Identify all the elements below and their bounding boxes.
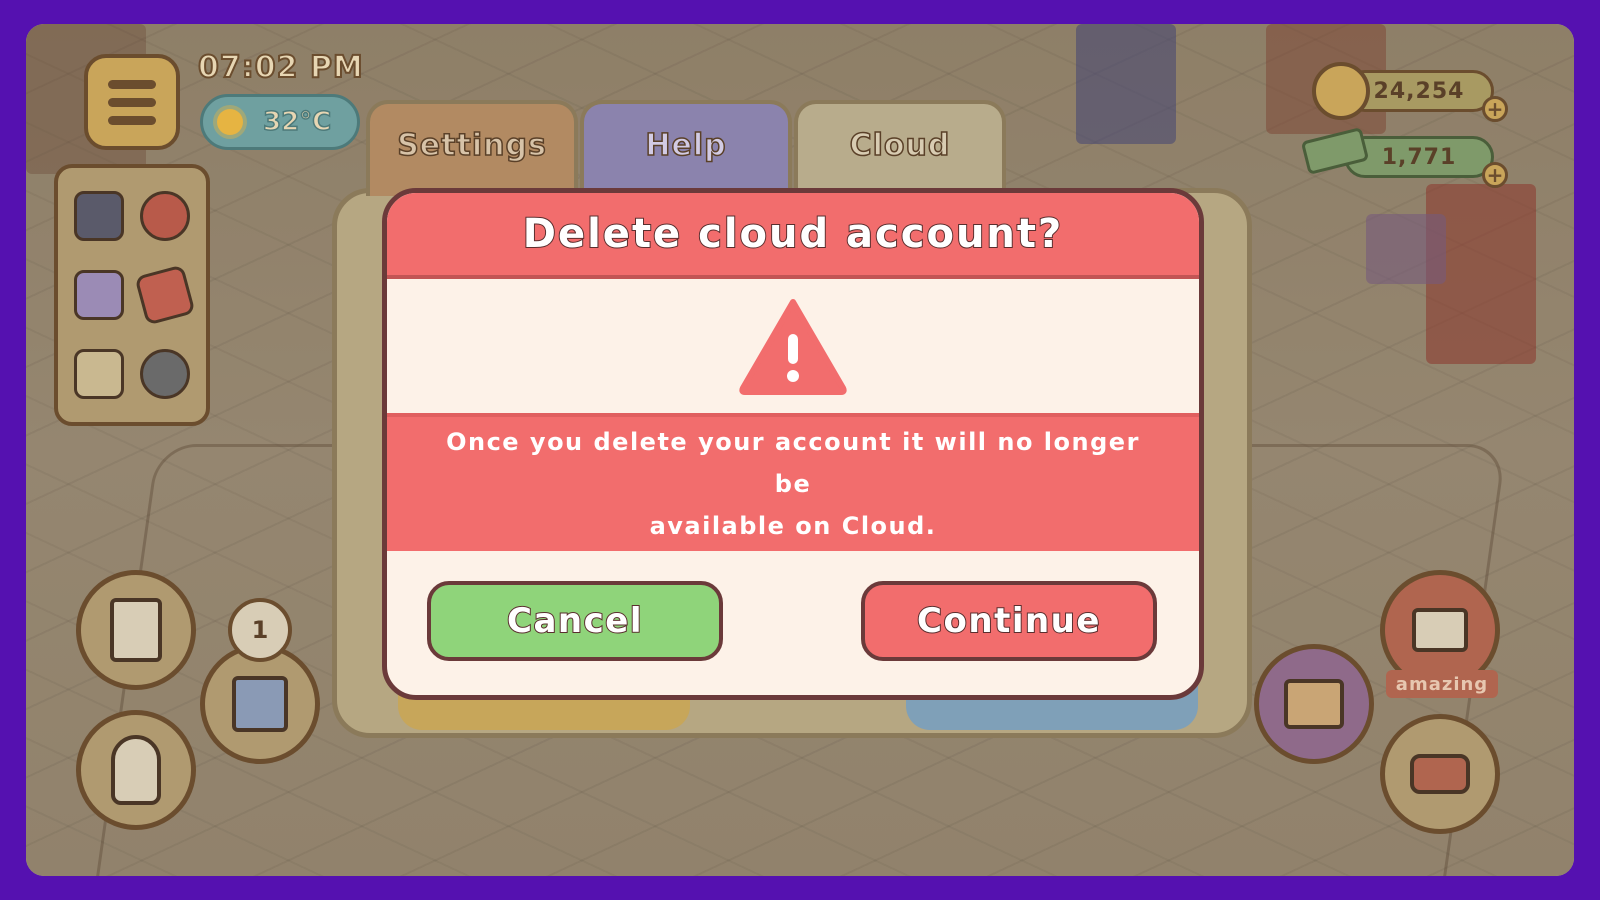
- furniture-button[interactable]: [1380, 714, 1500, 834]
- tasks-button[interactable]: [76, 570, 196, 690]
- game-console-icon: [74, 349, 124, 400]
- tab-cloud-label: Cloud: [849, 127, 951, 164]
- sofa-icon: [1410, 754, 1470, 794]
- sun-icon: [217, 109, 243, 135]
- character-tool[interactable]: [136, 180, 194, 251]
- camera-icon: [74, 190, 124, 241]
- menu-button[interactable]: [84, 54, 180, 150]
- dialog-message-line1: Once you delete your account it will no …: [446, 428, 1140, 498]
- cancel-button[interactable]: Cancel: [427, 581, 723, 661]
- menu-icon: [108, 80, 156, 89]
- gift-box-icon: [232, 676, 288, 732]
- menu-icon-bar: [108, 116, 156, 125]
- coin-icon: [1312, 62, 1370, 120]
- warning-triangle-icon: [739, 299, 847, 395]
- recipe-tool[interactable]: [134, 259, 196, 330]
- tab-help-label: Help: [645, 127, 727, 164]
- menu-icon-bar: [108, 98, 156, 107]
- continue-button[interactable]: Continue: [861, 581, 1157, 661]
- tab-help[interactable]: Help: [580, 100, 792, 196]
- add-coins-button[interactable]: +: [1482, 96, 1508, 122]
- camera-tool[interactable]: [70, 180, 128, 251]
- game-console-tool[interactable]: [70, 339, 128, 410]
- clipboard-check-icon: [110, 598, 162, 662]
- storage-box-button[interactable]: [1254, 644, 1374, 764]
- tab-settings-label: Settings: [396, 127, 547, 164]
- tab-settings[interactable]: Settings: [366, 100, 578, 196]
- delete-account-dialog: Delete cloud account? Once you delete yo…: [382, 188, 1204, 700]
- game-clock: 07:02 PM: [197, 49, 364, 86]
- gift-count-badge: 1: [228, 598, 292, 662]
- character-edit-icon: [111, 735, 161, 805]
- weather-indicator: 32°C: [200, 94, 360, 150]
- warning-area: [387, 279, 1199, 413]
- temperature-label: 32°C: [262, 106, 332, 138]
- character-icon: [140, 190, 190, 241]
- game-screen: 07:02 PM 32°C 24,254 + 1,771 + 1 amazing: [26, 24, 1574, 876]
- contacts-tool[interactable]: [70, 259, 128, 330]
- customize-character-button[interactable]: [76, 710, 196, 830]
- settings-tool[interactable]: [136, 339, 194, 410]
- contacts-book-icon: [74, 269, 124, 320]
- recipe-card-icon: [134, 264, 196, 326]
- shopping-cart-icon: [1412, 608, 1468, 652]
- amazing-label: amazing: [1386, 670, 1498, 698]
- gift-button[interactable]: [200, 644, 320, 764]
- storage-box-icon: [1284, 679, 1344, 729]
- dialog-title: Delete cloud account?: [387, 193, 1199, 279]
- dialog-message-line2: available on Cloud.: [649, 512, 937, 540]
- dialog-message: Once you delete your account it will no …: [387, 413, 1199, 551]
- gear-icon: [140, 349, 190, 400]
- tool-panel: [54, 164, 210, 426]
- tab-cloud[interactable]: Cloud: [794, 100, 1006, 196]
- add-cash-button[interactable]: +: [1482, 162, 1508, 188]
